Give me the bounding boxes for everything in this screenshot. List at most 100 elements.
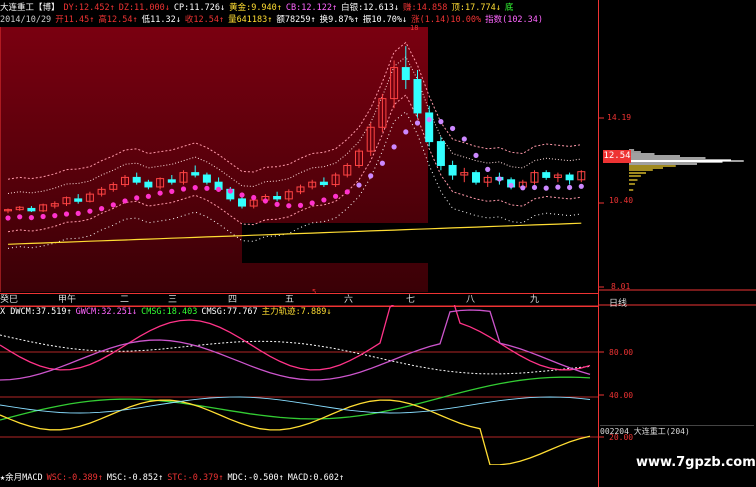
legend-value: 高12.54↑: [98, 15, 138, 25]
legend-value: ★余月MACD: [0, 473, 43, 483]
ma-dot: [63, 211, 70, 217]
stock-selector[interactable]: 002204 大连重工(204): [600, 425, 754, 438]
ma-dot: [426, 116, 432, 123]
legend-value: 赚:14.858: [403, 3, 448, 13]
ma-dot: [169, 188, 175, 194]
ma-dot: [485, 166, 491, 172]
indicator-line: [0, 305, 591, 371]
indicator-axis-label: 80.00: [609, 348, 634, 357]
ma-dot: [520, 185, 526, 191]
ma-dot: [274, 201, 280, 207]
ma-dot: [204, 185, 210, 191]
ma-dot: [40, 213, 46, 220]
ma-dot: [461, 136, 467, 142]
ma-dot: [87, 208, 93, 214]
candle-body: [472, 172, 480, 183]
candle-body: [273, 196, 282, 200]
ma-dot: [531, 184, 538, 191]
indicator-panel[interactable]: [0, 305, 598, 465]
candle-body: [167, 179, 176, 183]
ma-dot: [356, 182, 362, 188]
ma-dot: [438, 119, 444, 125]
candle-body: [27, 207, 36, 212]
legend-value: 低11.32↓: [141, 15, 181, 25]
current-price-tag: 12.54: [603, 150, 631, 163]
legend-value: MSC:-0.852↑: [106, 473, 164, 483]
ma-dot: [216, 186, 222, 192]
ma-dot: [75, 210, 81, 216]
indicator-chart[interactable]: [0, 305, 598, 465]
stock-code: 002204: [600, 427, 629, 436]
ma-dot: [5, 215, 11, 221]
candle-body: [144, 181, 153, 188]
ma-dot: [567, 184, 573, 191]
ma-dot: [17, 214, 23, 220]
ma-dot: [99, 206, 105, 212]
header-indicator-row: 大连重工【博】 DY:12.452↑ DZ:11.000↓ CP:11.726↓ 黄金:…: [0, 2, 517, 14]
legend-value: 换9.87%↑: [319, 15, 359, 25]
watermark-text: www.7gpzb.com: [636, 455, 756, 470]
ma-dot: [110, 202, 116, 208]
legend-value: STC:-0.379↑: [167, 473, 224, 483]
candle-body: [542, 172, 551, 178]
candle-body: [565, 174, 574, 181]
ma-dot: [157, 190, 163, 196]
legend-value: 开11.45↑: [55, 15, 95, 25]
ma-dot: [192, 185, 198, 191]
ma-dot: [122, 198, 128, 204]
legend-value: DY:12.452↑: [63, 3, 115, 13]
ma-dot: [344, 189, 350, 195]
indicator-line: [0, 376, 591, 421]
candle-body: [238, 198, 246, 207]
macd-legend-row: ★余月MACD WSC:-0.389↑ MSC:-0.852↑ STC:-0.379↑…: [0, 472, 348, 484]
ma-dot: [262, 198, 268, 204]
price-axis-label: 14.19: [607, 113, 632, 122]
legend-value: 涨(1.14)10.00%: [411, 15, 482, 25]
legend-value: 振10.70%↓: [362, 15, 408, 25]
price-axis-label: 8.01: [611, 282, 631, 291]
ma-dot: [391, 144, 397, 150]
indicator-line: [0, 399, 591, 465]
legend-value: DZ:11.000↓: [118, 3, 170, 13]
candle-body: [74, 198, 83, 202]
legend-value: 收12.54↑: [184, 15, 225, 25]
header-quote-row: 2014/10/29 开11.45↑ 高12.54↑ 低11.32↓ 收12.54↑ 量6…: [0, 14, 547, 26]
ma-dot: [239, 192, 245, 198]
ma-dot: [543, 185, 549, 191]
ma-dot: [180, 186, 187, 192]
ma-dot: [134, 195, 140, 201]
volume-profile: [599, 117, 756, 438]
ma-dot: [251, 194, 257, 201]
ma-dot: [450, 125, 456, 132]
period-label[interactable]: 日线: [609, 296, 627, 309]
price-chart-panel[interactable]: [0, 27, 598, 292]
ma-dot: [145, 193, 151, 199]
indicator-line: [0, 396, 591, 414]
ma-dot: [321, 197, 327, 203]
candle-body: [132, 176, 141, 183]
candle-body: [413, 79, 422, 114]
price-high-label: 18: [410, 24, 419, 32]
legend-value: 大连重工【博】: [0, 3, 60, 13]
candle-body: [202, 174, 211, 183]
candle-body: [401, 67, 410, 81]
legend-value: 白银:12.613↓: [341, 3, 400, 13]
time-axis-marker: 5: [312, 288, 317, 296]
indicator-axis-label: 40.00: [609, 391, 634, 400]
ma-dot: [403, 129, 409, 135]
price-axis-label: 10.40: [609, 196, 634, 205]
ma-dot: [473, 152, 479, 159]
legend-value: CP:11.726↓: [173, 3, 226, 13]
ma-dot: [379, 160, 385, 166]
candle-body: [448, 164, 457, 176]
legend-value: CB:12.122↑: [285, 3, 338, 13]
ma-dot: [297, 202, 304, 208]
legend-value: 顶:17.774↓: [451, 3, 501, 13]
ma-dot: [286, 203, 292, 209]
candlestick-chart[interactable]: [0, 27, 598, 292]
candle-body: [319, 181, 328, 186]
right-axis-panel: 14.19 10.40 8.01 80.00 40.00 20.00 日线: [598, 0, 756, 487]
legend-value: 量641183↑: [228, 15, 273, 25]
ma-dot: [414, 120, 421, 126]
ma-dot: [508, 182, 514, 189]
